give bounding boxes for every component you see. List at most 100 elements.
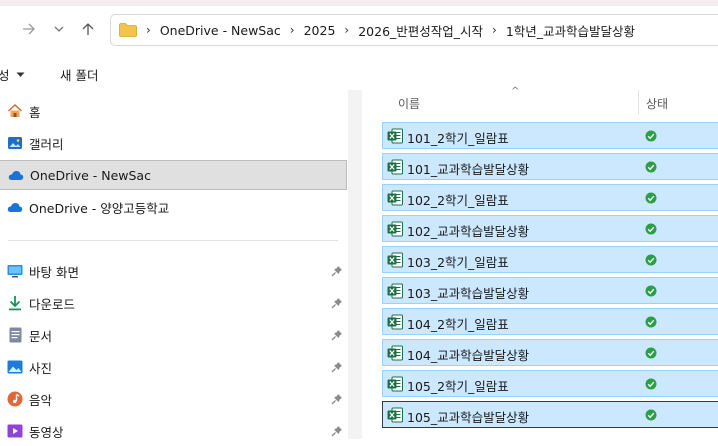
column-divider[interactable] xyxy=(638,90,639,114)
navigation-bar: › OneDrive - NewSac › 2025 › 2026_반편성작업_… xyxy=(0,6,718,54)
sync-ok-icon xyxy=(645,285,657,297)
file-row[interactable]: 102_2학기_일람표 xyxy=(382,184,718,211)
video-icon xyxy=(7,423,23,439)
file-row[interactable]: 104_교과학습발달상황 xyxy=(382,339,718,366)
excel-file-icon xyxy=(387,376,403,392)
sync-ok-icon xyxy=(645,223,657,235)
forward-button[interactable] xyxy=(18,18,40,40)
caret-down-icon xyxy=(16,72,25,77)
navigation-pane: 홈 갤러리 OneDrive - NewSac OneDrive - 양양고등학… xyxy=(0,90,348,440)
chevron-right-icon: › xyxy=(492,23,497,37)
command-bar: 성 새 폴더 xyxy=(0,58,718,88)
excel-file-icon xyxy=(387,345,403,361)
pin-icon[interactable] xyxy=(331,329,343,341)
sidebar-divider xyxy=(8,240,338,241)
pin-icon[interactable] xyxy=(331,297,343,309)
breadcrumb-item[interactable]: 1학년_교과학습발달상황 xyxy=(506,21,635,40)
file-row[interactable]: 103_2학기_일람표 xyxy=(382,246,718,273)
sidebar-item-label: 바탕 화면 xyxy=(29,264,79,280)
sidebar-item-label: 다운로드 xyxy=(29,296,76,312)
sync-ok-icon xyxy=(645,347,657,359)
excel-file-icon xyxy=(387,221,403,237)
column-header: ^ 이름 상태 xyxy=(362,86,718,114)
file-name: 101_2학기_일람표 xyxy=(407,131,509,146)
breadcrumb-item[interactable]: 2026_반편성작업_시작 xyxy=(358,21,483,40)
chevron-right-icon: › xyxy=(146,23,151,37)
sidebar-item-onedrive-school[interactable]: OneDrive - 양양고등학교 xyxy=(0,192,347,222)
cloud-icon xyxy=(8,167,24,183)
file-name: 103_2학기_일람표 xyxy=(407,255,509,270)
recent-locations-button[interactable] xyxy=(48,18,70,40)
address-bar[interactable]: › OneDrive - NewSac › 2025 › 2026_반편성작업_… xyxy=(110,14,718,46)
file-name: 102_교과학습발달상황 xyxy=(407,224,530,239)
sort-ascending-icon: ^ xyxy=(511,86,520,97)
pin-icon[interactable] xyxy=(331,361,343,373)
home-icon xyxy=(7,103,23,119)
pin-icon[interactable] xyxy=(331,425,343,437)
excel-file-icon xyxy=(387,190,403,206)
file-row[interactable]: 104_2학기_일람표 xyxy=(382,308,718,335)
sync-ok-icon xyxy=(645,192,657,204)
sidebar-item-onedrive-newsac[interactable]: OneDrive - NewSac xyxy=(0,160,347,190)
desktop-icon xyxy=(7,263,23,279)
file-row[interactable]: 102_교과학습발달상황 xyxy=(382,215,718,242)
pictures-icon xyxy=(7,359,23,375)
sidebar-item-label: 동영상 xyxy=(29,424,64,440)
download-icon xyxy=(7,295,23,311)
excel-file-icon xyxy=(387,159,403,175)
document-icon xyxy=(7,327,23,343)
sidebar-item-videos[interactable]: 동영상 xyxy=(0,416,347,446)
file-row[interactable]: 101_2학기_일람표 xyxy=(382,122,718,149)
sidebar-item-home[interactable]: 홈 xyxy=(0,96,347,126)
sidebar-item-pictures[interactable]: 사진 xyxy=(0,352,347,382)
pin-icon[interactable] xyxy=(331,265,343,277)
sync-ok-icon xyxy=(645,409,657,421)
sidebar-item-gallery[interactable]: 갤러리 xyxy=(0,128,347,158)
pin-icon[interactable] xyxy=(331,393,343,405)
chevron-right-icon: › xyxy=(344,23,350,37)
sidebar-item-label: 문서 xyxy=(29,328,53,344)
file-name: 101_교과학습발달상황 xyxy=(407,162,530,177)
chevron-right-icon: › xyxy=(289,23,295,37)
sidebar-scrollbar[interactable] xyxy=(348,90,362,439)
arrow-right-icon xyxy=(23,23,35,35)
arrow-up-icon xyxy=(82,23,94,35)
music-icon xyxy=(7,391,23,407)
file-name: 103_교과학습발달상황 xyxy=(407,286,530,301)
excel-file-icon xyxy=(387,283,403,299)
file-name: 105_2학기_일람표 xyxy=(407,379,509,394)
file-row[interactable]: 103_교과학습발달상황 xyxy=(382,277,718,304)
file-row[interactable]: 105_교과학습발달상황 xyxy=(382,401,718,428)
sidebar-item-label: 갤러리 xyxy=(29,136,64,152)
breadcrumb: › OneDrive - NewSac › 2025 › 2026_반편성작업_… xyxy=(137,21,635,40)
sync-ok-icon xyxy=(645,316,657,328)
sidebar-item-label: 홈 xyxy=(29,104,41,120)
new-menu-button[interactable]: 성 xyxy=(0,65,25,84)
sync-ok-icon xyxy=(645,378,657,390)
sidebar-item-label: 사진 xyxy=(29,360,53,376)
sidebar-item-documents[interactable]: 문서 xyxy=(0,320,347,350)
file-row[interactable]: 105_2학기_일람표 xyxy=(382,370,718,397)
column-name[interactable]: 이름 xyxy=(398,95,420,112)
excel-file-icon xyxy=(387,252,403,268)
file-name: 105_교과학습발달상황 xyxy=(407,410,530,425)
file-name: 102_2학기_일람표 xyxy=(407,193,509,208)
new-folder-button[interactable]: 새 폴더 xyxy=(60,65,98,84)
excel-file-icon xyxy=(387,407,403,423)
column-status[interactable]: 상태 xyxy=(646,95,668,112)
breadcrumb-item[interactable]: 2025 xyxy=(304,23,336,38)
sync-ok-icon xyxy=(645,161,657,173)
file-name: 104_교과학습발달상황 xyxy=(407,348,530,363)
up-button[interactable] xyxy=(77,18,99,40)
gallery-icon xyxy=(7,135,23,151)
cloud-icon xyxy=(7,199,23,215)
sidebar-item-music[interactable]: 음악 xyxy=(0,384,347,414)
excel-file-icon xyxy=(387,314,403,330)
breadcrumb-item[interactable]: OneDrive - NewSac xyxy=(160,23,281,38)
folder-icon xyxy=(119,23,137,37)
sidebar-item-label: OneDrive - 양양고등학교 xyxy=(29,200,170,216)
sidebar-item-downloads[interactable]: 다운로드 xyxy=(0,288,347,318)
sidebar-item-label: OneDrive - NewSac xyxy=(30,167,151,183)
sidebar-item-desktop[interactable]: 바탕 화면 xyxy=(0,256,347,286)
file-row[interactable]: 101_교과학습발달상황 xyxy=(382,153,718,180)
